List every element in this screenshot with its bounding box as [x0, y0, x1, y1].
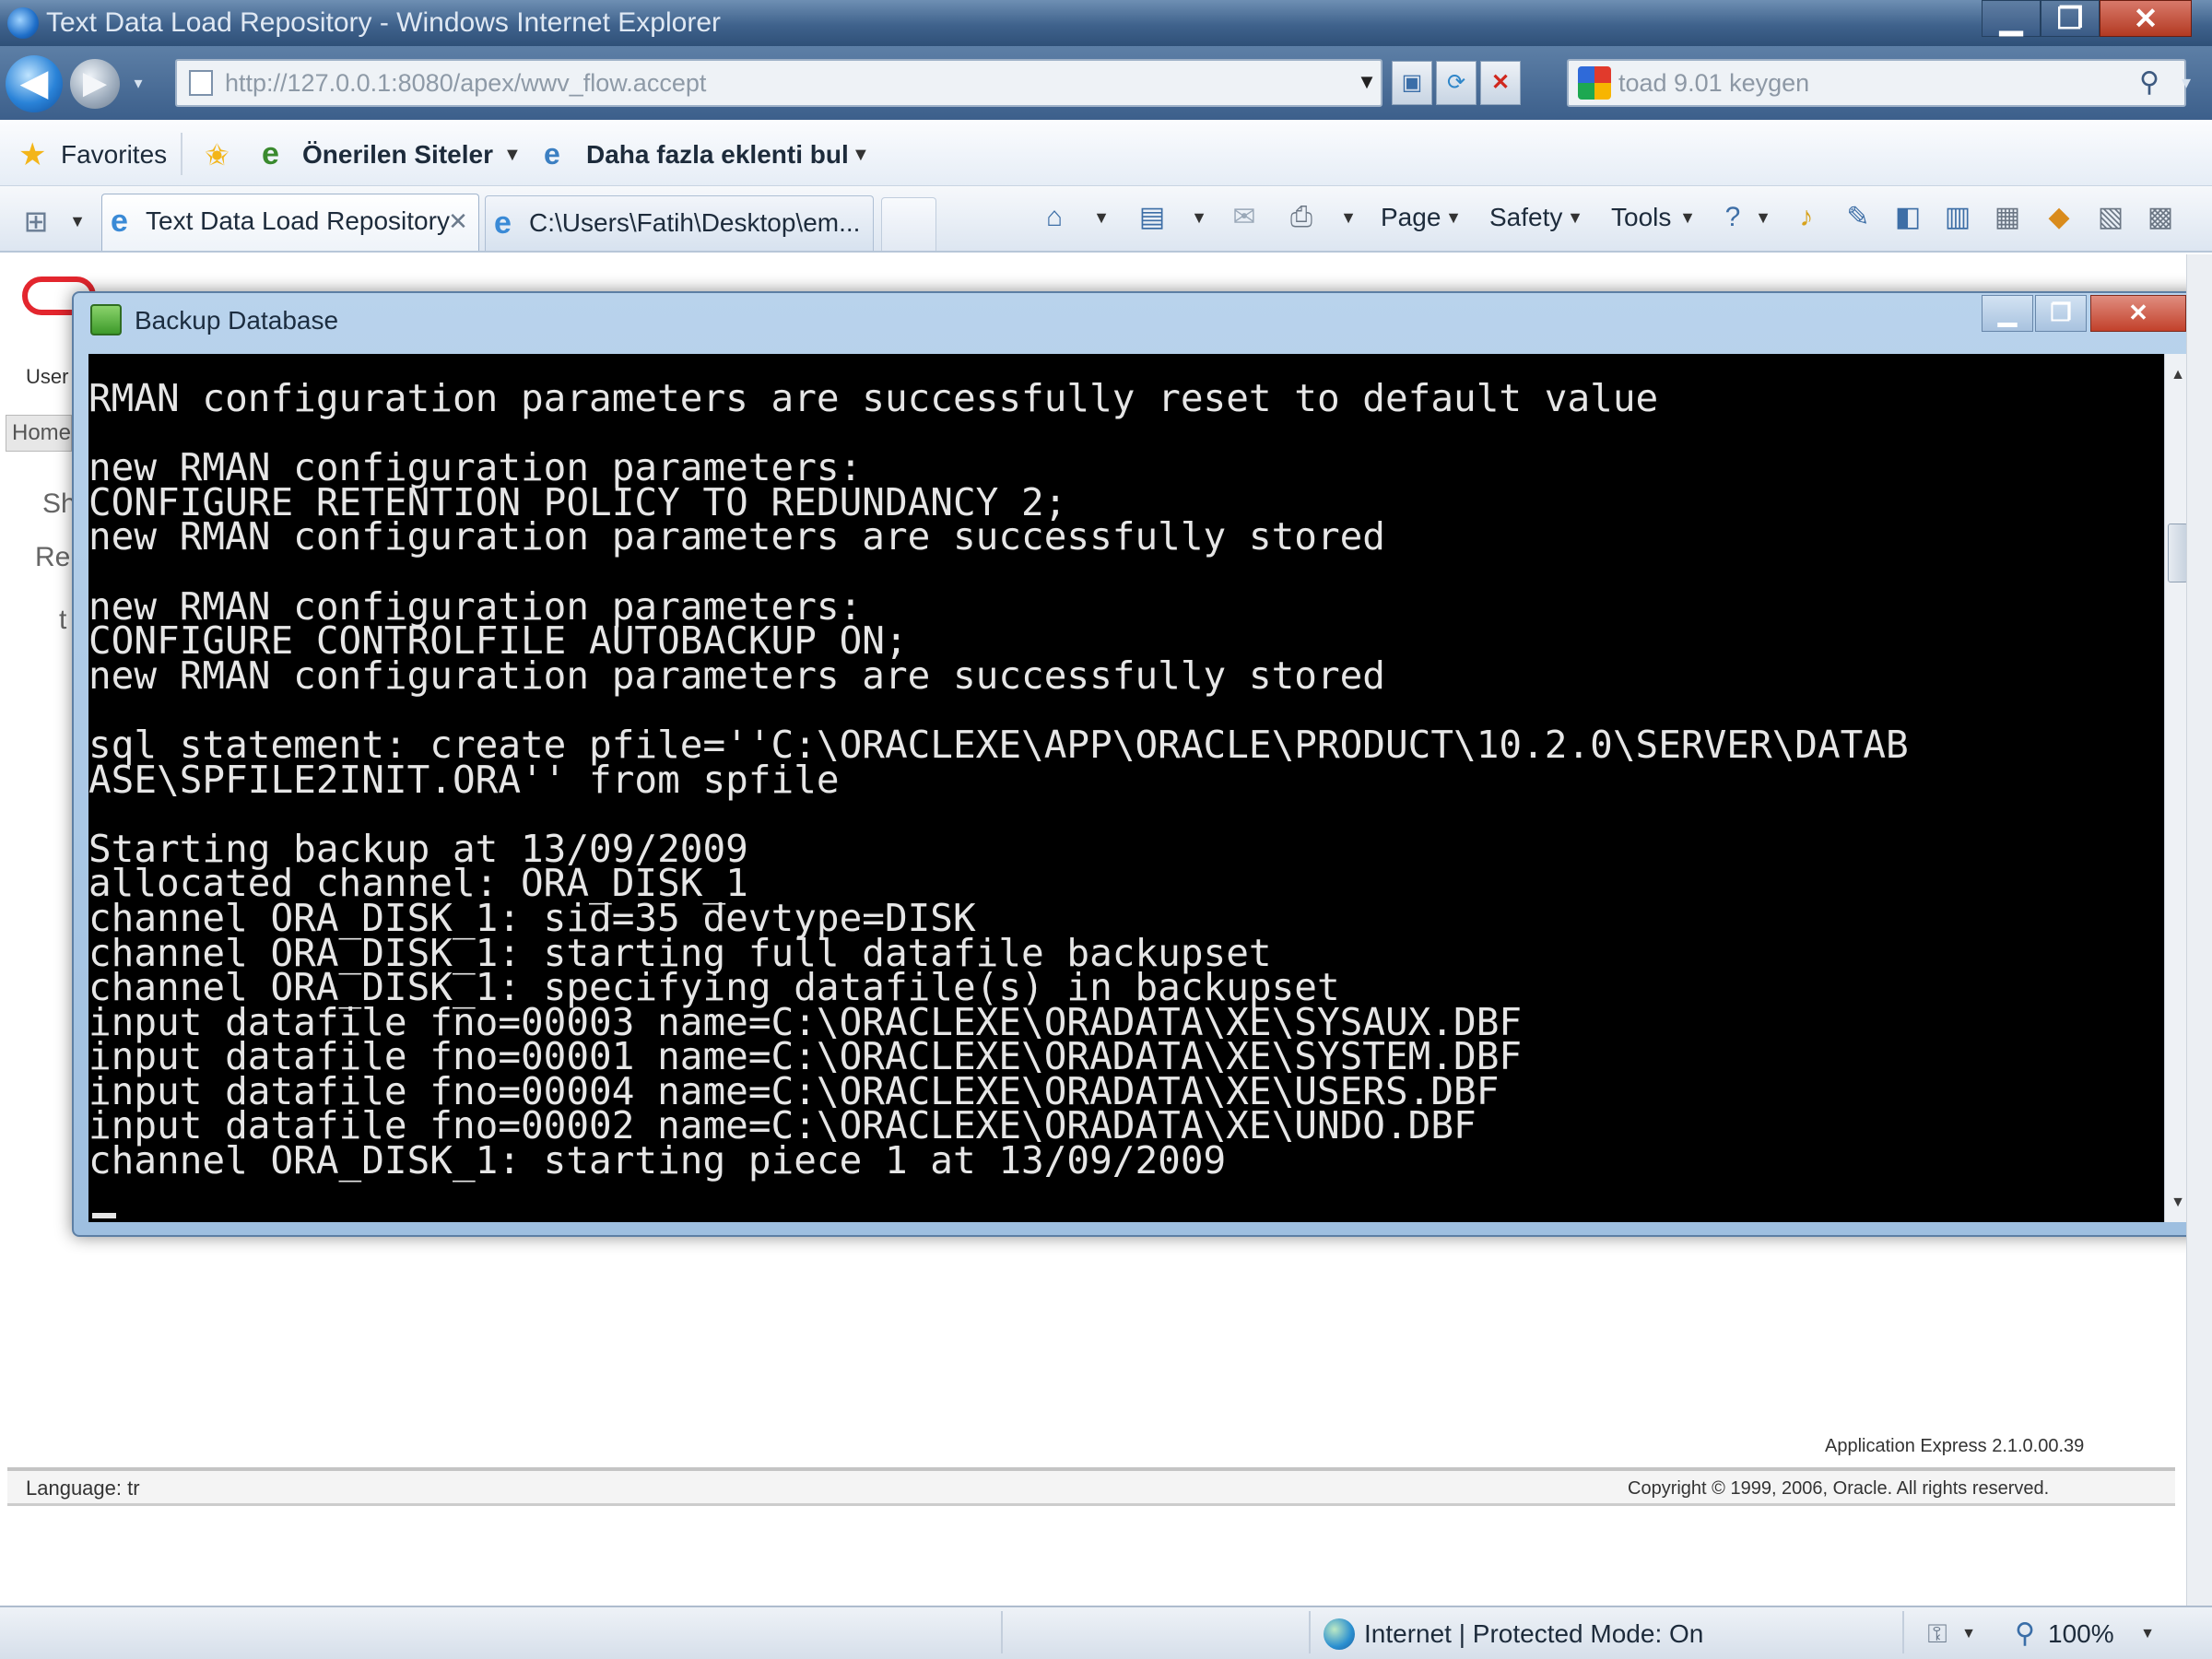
suggested-sites-link[interactable]: Önerilen Siteler — [302, 136, 493, 173]
addons-icon: e — [544, 137, 560, 171]
dialog-app-icon — [90, 304, 122, 335]
side-link[interactable]: t — [59, 605, 66, 636]
search-options-arrow[interactable]: ▾ — [2175, 66, 2197, 100]
dialog-title: Backup Database — [135, 306, 339, 335]
suggested-sites-dropdown-arrow[interactable]: ▼ — [503, 138, 525, 171]
tab-page-icon: e — [494, 206, 512, 241]
print-dropdown-arrow[interactable]: ▼ — [1338, 197, 1359, 238]
tab-label[interactable]: Text Data Load Repository — [146, 201, 450, 241]
console-line: ASE\SPFILE2INIT.ORA'' from spfile — [88, 757, 840, 802]
tab-label[interactable]: C:\Users\Fatih\Desktop\em... — [529, 203, 860, 243]
add-to-favorites-icon[interactable]: ✬ — [205, 140, 238, 170]
safety-menu[interactable]: Safety — [1489, 197, 1562, 238]
search-input[interactable]: toad 9.01 keygen — [1618, 65, 1809, 101]
recent-pages-arrow[interactable]: ▾ — [127, 72, 149, 94]
page-icon — [189, 70, 213, 96]
dialog-close-button[interactable]: ✕ — [2090, 295, 2186, 332]
copyright-text: Copyright © 1999, 2006, Oracle. All righ… — [1628, 1478, 2050, 1499]
toolbar-extension-icon[interactable]: ◆ — [2041, 197, 2077, 238]
dialog-minimize-button[interactable]: ▁ — [1982, 295, 2033, 332]
toolbar-extension-icon[interactable]: ▥ — [1939, 197, 1976, 238]
search-icon[interactable]: ⚲ — [2133, 65, 2166, 101]
console-text: RMAN configuration parameters are succes… — [88, 376, 2164, 1183]
console-cursor — [92, 1213, 116, 1218]
security-dropdown-arrow[interactable]: ▼ — [1959, 1618, 1978, 1650]
toolbar-extension-icon[interactable]: ▩ — [2142, 197, 2179, 238]
tab-page-icon: e — [111, 204, 128, 239]
toolbar-extension-icon[interactable]: ▧ — [2092, 197, 2129, 238]
scroll-thumb[interactable] — [2168, 524, 2188, 582]
internet-explorer-icon — [7, 7, 39, 39]
address-dropdown-arrow[interactable]: ▼ — [1355, 68, 1379, 96]
window-title: Text Data Load Repository - Windows Inte… — [46, 7, 721, 38]
toolbar-extension-icon[interactable]: ♪ — [1790, 197, 1823, 238]
more-addons-dropdown-arrow[interactable]: ▼ — [852, 138, 874, 171]
status-separator — [1309, 1611, 1311, 1653]
read-mail-icon[interactable]: ✉ — [1226, 197, 1263, 238]
page-scrollbar[interactable] — [2186, 254, 2212, 1606]
research-icon[interactable]: ✎ — [1840, 197, 1877, 238]
console-line: new RMAN configuration parameters are su… — [88, 514, 1385, 559]
stop-button[interactable]: ✕ — [1480, 61, 1521, 105]
feeds-icon[interactable]: ▤ — [1134, 197, 1171, 238]
toolbar-extension-icon[interactable]: ◧ — [1889, 197, 1926, 238]
back-button[interactable]: ◀ — [6, 55, 63, 112]
compatibility-view-icon[interactable]: ▣ — [1392, 61, 1432, 105]
page-menu-arrow[interactable]: ▼ — [1443, 197, 1464, 238]
zoom-level[interactable]: 100% — [2048, 1615, 2114, 1653]
minimize-button[interactable]: ▁ — [1982, 0, 2041, 37]
forward-button[interactable]: ▶ — [70, 59, 120, 109]
zoom-icon[interactable]: ⚲ — [2009, 1617, 2041, 1652]
close-button[interactable]: ✕ — [2100, 0, 2192, 37]
suggested-sites-icon: e — [262, 136, 279, 171]
console-line: RMAN configuration parameters are succes… — [88, 376, 1659, 420]
favorites-star-icon[interactable]: ★ — [18, 139, 48, 171]
print-icon[interactable]: ⎙ — [1283, 197, 1320, 238]
tools-menu-arrow[interactable]: ▼ — [1677, 197, 1698, 238]
maximize-button[interactable]: ❐ — [2041, 0, 2100, 37]
user-label: User — [26, 365, 69, 388]
toolbar-extension-icon[interactable]: ▦ — [1989, 197, 2026, 238]
quick-tabs-icon[interactable]: ⊞ — [17, 205, 55, 238]
side-link[interactable]: Re — [35, 542, 70, 573]
dialog-maximize-button[interactable]: ❐ — [2035, 295, 2087, 332]
search-provider-icon[interactable] — [1578, 66, 1611, 100]
tab-list-arrow[interactable]: ▼ — [66, 205, 88, 238]
console-line: new RMAN configuration parameters are su… — [88, 653, 1385, 698]
favorites-separator — [181, 133, 182, 175]
status-bar — [0, 1606, 2212, 1659]
home-icon[interactable]: ⌂ — [1036, 197, 1073, 238]
page-menu[interactable]: Page — [1381, 197, 1441, 238]
language-label: Language: tr — [26, 1477, 140, 1500]
safety-menu-arrow[interactable]: ▼ — [1565, 197, 1585, 238]
tools-menu[interactable]: Tools — [1611, 197, 1671, 238]
console-line: channel ORA_DISK_1: starting piece 1 at … — [88, 1138, 1227, 1183]
home-tab[interactable]: Home — [6, 415, 72, 452]
internet-zone-icon — [1324, 1618, 1355, 1650]
favorites-button[interactable]: Favorites — [61, 136, 167, 173]
help-icon[interactable]: ? — [1714, 197, 1751, 238]
security-status-icon[interactable]: ⚿ — [1921, 1618, 1954, 1650]
status-separator — [1902, 1611, 1904, 1653]
zoom-dropdown-arrow[interactable]: ▼ — [2138, 1618, 2157, 1650]
address-input[interactable]: http://127.0.0.1:8080/apex/wwv_flow.acce… — [225, 65, 706, 101]
app-express-version: Application Express 2.1.0.00.39 — [1825, 1436, 2085, 1456]
more-addons-link[interactable]: Daha fazla eklenti bul — [586, 136, 849, 173]
status-separator — [1001, 1611, 1003, 1653]
refresh-button[interactable]: ⟳ — [1436, 61, 1477, 105]
feeds-dropdown-arrow[interactable]: ▼ — [1189, 197, 1209, 238]
new-tab-button[interactable] — [881, 197, 936, 251]
home-dropdown-arrow[interactable]: ▼ — [1091, 197, 1112, 238]
help-dropdown-arrow[interactable]: ▼ — [1753, 197, 1773, 238]
security-zone-label[interactable]: Internet | Protected Mode: On — [1364, 1615, 1703, 1653]
tab-close-icon[interactable]: ✕ — [446, 205, 470, 238]
